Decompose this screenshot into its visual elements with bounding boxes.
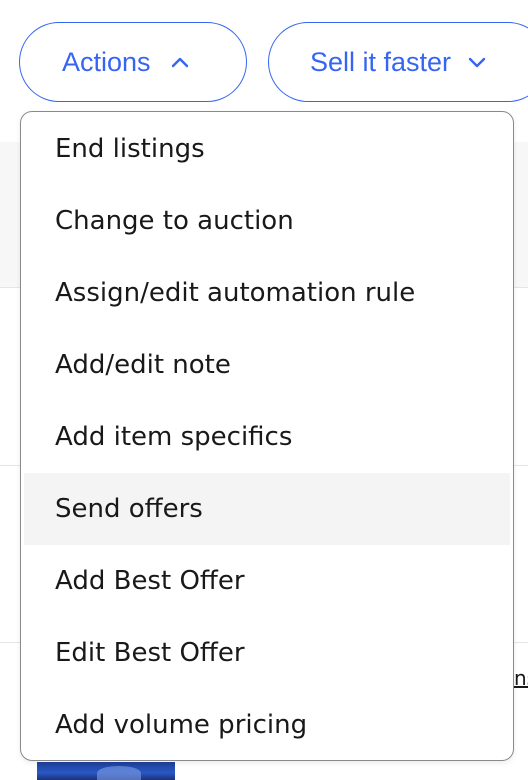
chevron-down-icon xyxy=(468,56,486,68)
menu-item-label: Edit Best Offer xyxy=(55,638,245,668)
sell-it-faster-label: Sell it faster xyxy=(310,46,452,77)
actions-button-label: Actions xyxy=(62,46,151,77)
menu-item-label: Assign/edit automation rule xyxy=(55,278,416,308)
menu-item-add-best-offer[interactable]: Add Best Offer xyxy=(24,545,510,617)
menu-item-assign-automation-rule[interactable]: Assign/edit automation rule xyxy=(24,257,510,329)
menu-item-add-volume-pricing[interactable]: Add volume pricing xyxy=(24,689,510,761)
sell-it-faster-button[interactable]: Sell it faster xyxy=(268,22,528,102)
chevron-up-icon xyxy=(171,56,189,68)
listings-page: ns Actions Sell it faster End listings C… xyxy=(0,0,528,780)
menu-item-label: Send offers xyxy=(55,494,203,524)
menu-item-label: Add volume pricing xyxy=(55,710,308,740)
listing-thumbnail[interactable] xyxy=(37,762,175,780)
menu-item-label: Add/edit note xyxy=(55,350,231,380)
actions-button[interactable]: Actions xyxy=(19,22,247,102)
listing-title-link[interactable]: ns xyxy=(514,666,528,690)
menu-item-end-listings[interactable]: End listings xyxy=(24,113,510,185)
menu-item-label: Add Best Offer xyxy=(55,566,245,596)
actions-menu: End listings Change to auction Assign/ed… xyxy=(20,111,514,761)
menu-item-edit-best-offer[interactable]: Edit Best Offer xyxy=(24,617,510,689)
menu-item-label: End listings xyxy=(55,134,205,164)
menu-item-add-item-specifics[interactable]: Add item specifics xyxy=(24,401,510,473)
menu-item-label: Add item specifics xyxy=(55,422,293,452)
menu-item-label: Change to auction xyxy=(55,206,294,236)
menu-item-send-offers[interactable]: Send offers xyxy=(24,473,510,545)
menu-item-add-edit-note[interactable]: Add/edit note xyxy=(24,329,510,401)
menu-item-change-to-auction[interactable]: Change to auction xyxy=(24,185,510,257)
